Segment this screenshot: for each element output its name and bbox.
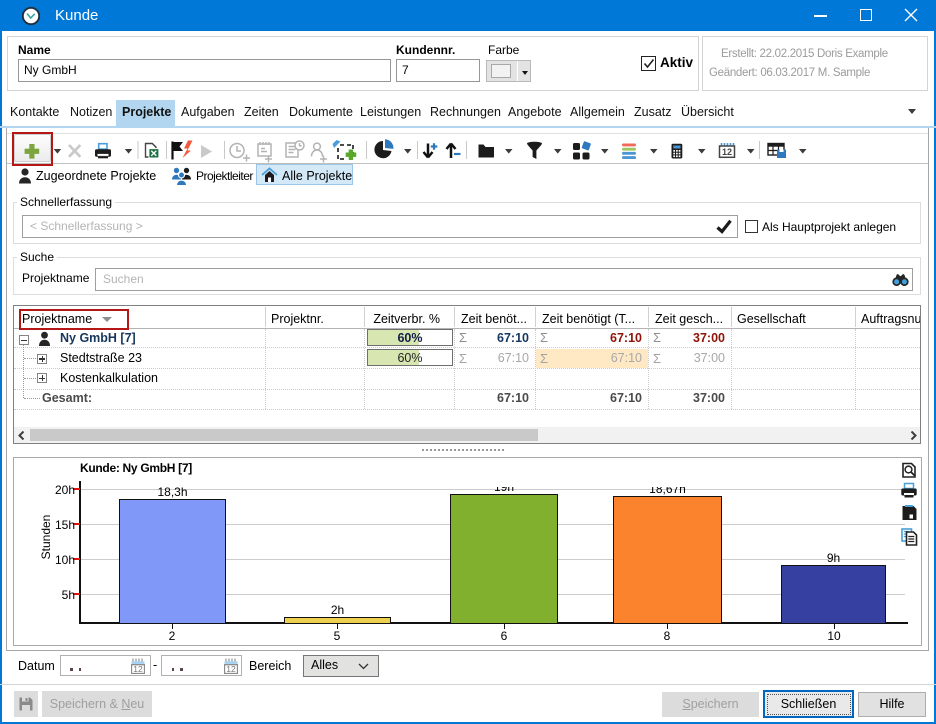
svg-text:12: 12 (226, 664, 236, 674)
svg-text:12: 12 (722, 147, 732, 157)
svg-text:12: 12 (133, 664, 143, 674)
